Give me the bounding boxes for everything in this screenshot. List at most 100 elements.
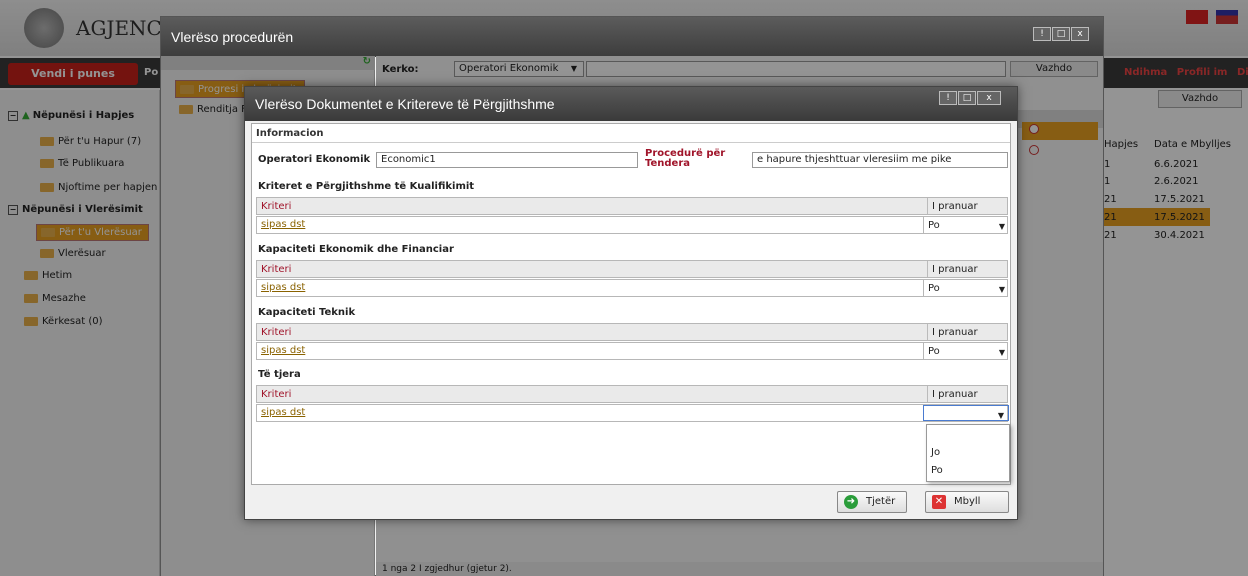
col-header-hapjes[interactable]: Hapjes	[1104, 139, 1138, 150]
col-pranuar: I pranuar	[927, 261, 978, 277]
sidebar-item-hetim[interactable]: Hetim	[24, 270, 72, 281]
search-field-select[interactable]: Operatori Ekonomik ▼	[454, 61, 584, 77]
sidebar-item-kerkesat[interactable]: Kërkesat (0)	[24, 316, 103, 327]
chevron-down-icon: ▼	[998, 222, 1005, 231]
table-row: sipas dst Po ▼	[256, 279, 1008, 297]
pranuar-select[interactable]: Po ▼	[923, 280, 1009, 296]
pranuar-dropdown-list: Jo Po	[926, 424, 1010, 482]
procedure-field[interactable]: e hapure thjeshttuar vleresiim me pike	[752, 152, 1008, 168]
sidebar-item-njoftime[interactable]: Njoftime per hapjen e	[40, 182, 167, 193]
nav-header: ↻	[161, 56, 375, 70]
grid-cell: 21	[1104, 194, 1117, 205]
albanian-flag-icon[interactable]	[1186, 10, 1208, 24]
dialog-title: Vlerëso Dokumentet e Kritereve të Përgji…	[245, 87, 1017, 121]
folder-icon	[40, 158, 54, 168]
arrow-right-icon: ➜	[844, 495, 858, 509]
group-title: Kapaciteti Teknik	[258, 307, 356, 318]
operator-label: Operatori Ekonomik	[258, 154, 371, 165]
search-label: Kerko:	[382, 64, 419, 75]
next-button[interactable]: ➜ Tjetër	[837, 491, 907, 513]
folder-icon	[40, 136, 54, 146]
menu-ndihma[interactable]: Ndihma	[1124, 67, 1167, 78]
search-input[interactable]	[586, 61, 1006, 77]
table-header: Kriteri I pranuar	[256, 385, 1008, 403]
chevron-down-icon: ▼	[998, 285, 1005, 294]
grid-cell: 2.6.2021	[1154, 176, 1199, 187]
operator-field[interactable]: Economic1	[376, 152, 638, 168]
chevron-down-icon: ▼	[570, 64, 577, 73]
grid-cell: 21	[1104, 212, 1117, 223]
dialog-body: Informacion Operatori Ekonomik Economic1…	[251, 123, 1011, 485]
folder-icon	[24, 293, 38, 303]
help-icon[interactable]: !	[1033, 27, 1051, 41]
menu-vendi-i-punes[interactable]: Vendi i punes	[8, 63, 138, 85]
col-kriteri: Kriteri	[261, 389, 292, 400]
kriteri-link[interactable]: sipas dst	[261, 407, 305, 418]
pranuar-select[interactable]: Po ▼	[923, 343, 1009, 359]
grid-cell: 21	[1104, 230, 1117, 241]
menu-po[interactable]: Po	[144, 67, 158, 78]
sidebar-item-per-tu-hapur[interactable]: Për t'u Hapur (7)	[40, 136, 141, 147]
sidebar: − ▲ Nëpunësi i Hapjes Për t'u Hapur (7) Të…	[0, 90, 167, 576]
search-button[interactable]: Vazhdo	[1010, 61, 1098, 77]
dropdown-option-jo[interactable]: Jo	[931, 447, 940, 458]
sidebar-item-mesazhe[interactable]: Mesazhe	[24, 293, 86, 304]
kriteri-link[interactable]: sipas dst	[261, 219, 305, 230]
close-icon[interactable]: x	[977, 91, 1001, 105]
col-pranuar: I pranuar	[927, 324, 978, 340]
sidebar-item-vleresuar[interactable]: Vlerësuar	[40, 248, 106, 259]
folder-icon	[24, 270, 38, 280]
grid-cell: 30.4.2021	[1154, 230, 1205, 241]
close-icon[interactable]: x	[1071, 27, 1089, 41]
sidebar-item-per-tu-vleresuar[interactable]: Për t'u Vlerësuar	[36, 224, 149, 241]
table-row: sipas dst ▼	[256, 404, 1009, 422]
table-row: sipas dst Po ▼	[256, 342, 1008, 360]
col-kriteri: Kriteri	[261, 264, 292, 275]
folder-icon	[40, 248, 54, 258]
collapse-icon[interactable]: −	[8, 205, 18, 215]
dropdown-option-po[interactable]: Po	[931, 465, 943, 476]
col-header-mbylljes[interactable]: Data e Mbylljes	[1154, 139, 1231, 150]
collapse-icon[interactable]: −	[8, 111, 18, 121]
english-flag-icon[interactable]	[1216, 10, 1238, 24]
col-pranuar: I pranuar	[927, 198, 978, 214]
close-button[interactable]: ✕ Mbyll	[925, 491, 1009, 513]
menu-di[interactable]: Di	[1237, 67, 1248, 78]
group-title: Kriteret e Përgjithshme të Kualifikimit	[258, 181, 475, 192]
window-buttons: ! □ x	[939, 91, 1001, 105]
chevron-down-icon: ▼	[997, 411, 1004, 420]
table-header: Kriteri I pranuar	[256, 323, 1008, 341]
col-pranuar: I pranuar	[927, 386, 978, 402]
pranuar-select[interactable]: Po ▼	[923, 217, 1009, 233]
group-title: Kapaciteti Ekonomik dhe Financiar	[258, 244, 454, 255]
grid-cell: 17.5.2021	[1154, 212, 1205, 223]
table-header: Kriteri I pranuar	[256, 260, 1008, 278]
maximize-icon[interactable]: □	[958, 91, 976, 105]
procedure-label: Procedurë për Tendera	[645, 148, 726, 169]
grid-cell: 6.6.2021	[1154, 159, 1199, 170]
pranuar-select[interactable]: ▼	[923, 405, 1009, 421]
nav-item-renditja[interactable]: Renditja F	[179, 104, 247, 115]
menu-profili-im[interactable]: Profili im	[1177, 67, 1228, 78]
window-buttons: ! □ x	[1033, 27, 1089, 41]
folder-icon	[24, 316, 38, 326]
grid-cell: 17.5.2021	[1154, 194, 1205, 205]
right-menu: Ndihma Profili im Di	[1124, 67, 1248, 78]
grid-footer: 1 nga 2 I zgjedhur (gjetur 2).	[376, 562, 1103, 576]
chevron-down-icon: ▼	[998, 348, 1005, 357]
refresh-icon[interactable]: ↻	[363, 56, 371, 67]
grid-cell: 1	[1104, 159, 1111, 170]
sidebar-group-hapjes[interactable]: − ▲ Nëpunësi i Hapjes	[8, 110, 134, 121]
status-circle-icon	[1029, 145, 1039, 155]
folder-icon	[179, 104, 193, 114]
kriteri-link[interactable]: sipas dst	[261, 345, 305, 356]
sidebar-group-vleresimit[interactable]: − Nëpunësi i Vlerësimit	[8, 204, 143, 215]
kriteri-link[interactable]: sipas dst	[261, 282, 305, 293]
help-icon[interactable]: !	[939, 91, 957, 105]
sidebar-item-publikuara[interactable]: Të Publikuara	[40, 158, 124, 169]
table-header: Kriteri I pranuar	[256, 197, 1008, 215]
arrow-up-icon: ▲	[22, 110, 30, 121]
grid-right-columns: Hapjes Data e Mbylljes 1 6.6.2021 1 2.6.…	[1100, 112, 1248, 576]
vazhdo-right-button[interactable]: Vazhdo	[1158, 90, 1242, 108]
maximize-icon[interactable]: □	[1052, 27, 1070, 41]
